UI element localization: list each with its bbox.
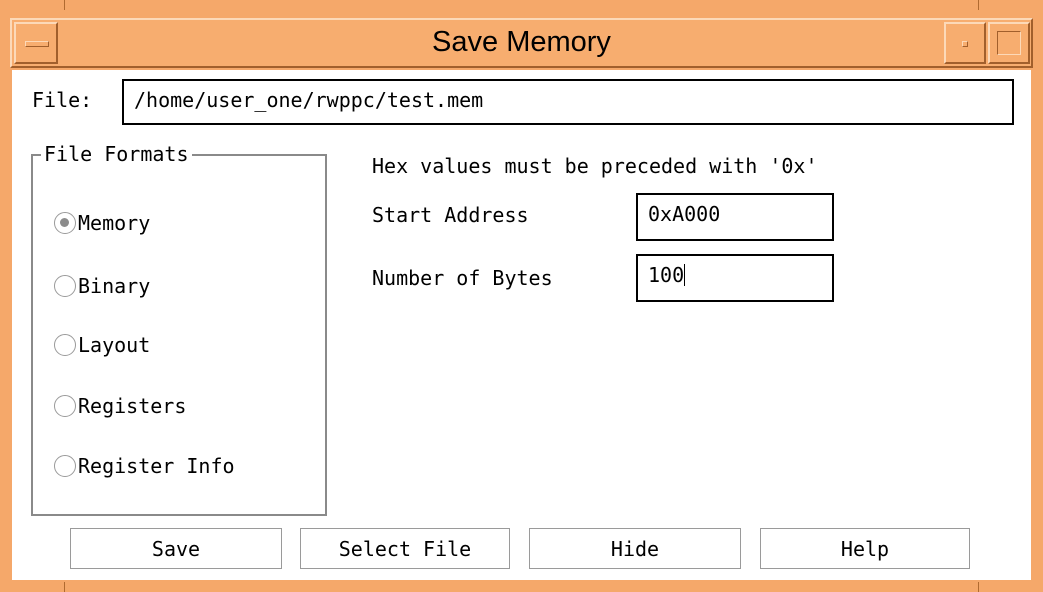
- format-option-binary[interactable]: Binary: [54, 271, 150, 301]
- radio-selected-icon[interactable]: [54, 212, 76, 234]
- minimize-icon: [962, 41, 968, 47]
- file-path-input[interactable]: /home/user_one/rwppc/test.mem: [122, 79, 1014, 125]
- save-button[interactable]: Save: [70, 528, 282, 569]
- format-option-label: Register Info: [78, 454, 235, 478]
- select-file-button[interactable]: Select File: [300, 528, 510, 569]
- title-bar[interactable]: Save Memory: [10, 18, 1033, 68]
- format-option-label: Registers: [78, 394, 187, 418]
- maximize-button[interactable]: [988, 22, 1030, 64]
- hide-button[interactable]: Hide: [529, 528, 741, 569]
- file-formats-legend: File Formats: [41, 142, 192, 166]
- start-address-value: 0xA000: [648, 202, 721, 226]
- frame-resize-tick[interactable]: [64, 0, 65, 10]
- format-option-registers[interactable]: Registers: [54, 391, 186, 421]
- number-of-bytes-value: 100: [648, 263, 685, 287]
- frame-resize-tick[interactable]: [64, 582, 65, 592]
- radio-unselected-icon[interactable]: [54, 455, 76, 477]
- number-of-bytes-input[interactable]: 100: [636, 254, 834, 302]
- file-formats-group: File Formats Memory Binary Layout Regist…: [31, 142, 327, 516]
- format-option-label: Binary: [78, 274, 151, 298]
- hex-hint: Hex values must be preceded with '0x': [372, 154, 818, 178]
- format-option-label: Memory: [78, 211, 151, 235]
- help-button[interactable]: Help: [760, 528, 970, 569]
- start-address-input[interactable]: 0xA000: [636, 193, 834, 241]
- format-option-layout[interactable]: Layout: [54, 330, 150, 360]
- radio-unselected-icon[interactable]: [54, 334, 76, 356]
- minimize-button[interactable]: [944, 22, 986, 64]
- dialog-content: File: /home/user_one/rwppc/test.mem File…: [12, 70, 1031, 580]
- radio-unselected-icon[interactable]: [54, 275, 76, 297]
- frame-resize-tick[interactable]: [978, 0, 979, 10]
- text-caret: [684, 264, 686, 286]
- window-title: Save Memory: [432, 26, 611, 58]
- format-option-register-info[interactable]: Register Info: [54, 451, 235, 481]
- file-label: File:: [32, 88, 93, 112]
- frame-resize-tick[interactable]: [978, 582, 979, 592]
- radio-unselected-icon[interactable]: [54, 395, 76, 417]
- format-option-memory[interactable]: Memory: [54, 208, 150, 238]
- window-frame: Save Memory File: /home/user_one/rwppc/t…: [0, 0, 1043, 592]
- start-address-label: Start Address: [372, 203, 529, 227]
- format-option-label: Layout: [78, 333, 151, 357]
- file-path-value: /home/user_one/rwppc/test.mem: [134, 88, 484, 112]
- number-of-bytes-label: Number of Bytes: [372, 266, 553, 290]
- maximize-icon: [997, 31, 1021, 55]
